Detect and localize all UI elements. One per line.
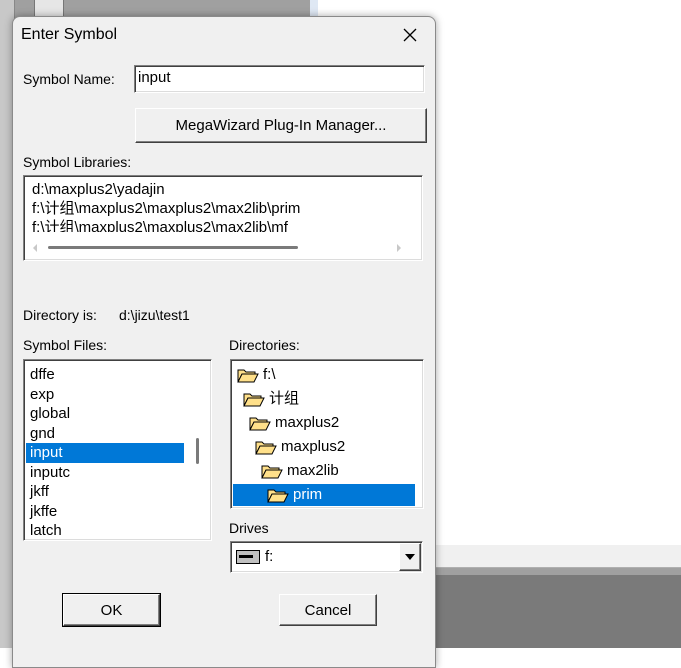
library-item[interactable]: f:\计组\maxplus2\maxplus2\max2lib\mf	[28, 218, 394, 232]
directory-item-label: max2lib	[287, 462, 339, 479]
symbol-file-item[interactable]: jkff	[26, 482, 184, 502]
drives-label: Drives	[229, 520, 269, 536]
symbol-file-item-selected[interactable]: input	[26, 443, 184, 463]
drive-value: f:	[265, 548, 274, 565]
library-item[interactable]: f:\计组\maxplus2\maxplus2\max2lib\prim	[28, 199, 394, 218]
directory-item-label: 计组	[269, 390, 300, 407]
open-folder-icon	[255, 441, 277, 455]
symbol-file-item[interactable]: inputc	[26, 463, 184, 483]
ok-button[interactable]: OK	[62, 593, 161, 627]
scroll-left-icon[interactable]	[30, 240, 40, 256]
symbol-name-label: Symbol Name:	[23, 71, 115, 87]
symbol-files-list[interactable]: dffe exp global gnd input inputc jkff jk…	[23, 359, 212, 541]
directory-item-selected[interactable]: prim	[233, 484, 415, 506]
symbol-file-item[interactable]: global	[26, 404, 184, 424]
symbol-libraries-label: Symbol Libraries:	[23, 154, 132, 170]
cancel-button[interactable]: Cancel	[279, 594, 377, 626]
megawizard-button[interactable]: MegaWizard Plug-In Manager...	[135, 108, 427, 143]
symbol-file-item[interactable]: jkffe	[26, 502, 184, 522]
chevron-down-icon	[405, 554, 415, 560]
symbol-files-label: Symbol Files:	[23, 337, 108, 353]
symbol-file-item[interactable]: gnd	[26, 424, 184, 444]
symbol-file-item[interactable]: exp	[26, 385, 184, 405]
open-folder-icon	[261, 465, 283, 479]
open-folder-icon	[249, 417, 271, 431]
symbol-file-item[interactable]: dffe	[26, 365, 184, 385]
directory-is-value: d:\jizu\test1	[119, 307, 190, 323]
directory-item[interactable]: f:\	[237, 364, 276, 386]
scroll-right-icon[interactable]	[394, 240, 404, 256]
directory-item-label: f:\	[263, 366, 276, 383]
directory-item[interactable]: maxplus2	[249, 412, 339, 434]
directory-item-label: prim	[293, 486, 323, 503]
symbol-libraries-list[interactable]: d:\maxplus2\yadajin f:\计组\maxplus2\maxpl…	[23, 175, 423, 261]
directory-item[interactable]: max2lib	[261, 460, 339, 482]
background-status-dark	[436, 575, 681, 648]
library-item[interactable]: d:\maxplus2\yadajin	[28, 180, 394, 199]
directory-item[interactable]: maxplus2	[255, 436, 345, 458]
directory-is-label: Directory is:	[23, 307, 97, 323]
libraries-horizontal-scrollbar[interactable]	[28, 240, 401, 256]
dialog-title: Enter Symbol	[21, 26, 118, 43]
directories-label: Directories:	[229, 337, 300, 353]
files-scroll-thumb[interactable]	[196, 438, 199, 464]
directory-item-label: maxplus2	[281, 438, 346, 455]
symbol-name-value: input	[138, 69, 171, 86]
symbol-files-items: dffe exp global gnd input inputc jkff jk…	[26, 365, 184, 537]
dialog-titlebar[interactable]: Enter Symbol	[13, 17, 435, 53]
symbol-name-input[interactable]: input	[134, 65, 425, 93]
close-icon	[403, 28, 417, 42]
directories-list[interactable]: f:\ 计组 maxplus2 maxplus2 max2lib prim	[230, 359, 424, 509]
open-folder-icon	[237, 369, 259, 383]
close-button[interactable]	[385, 17, 435, 53]
background-status-band	[436, 545, 681, 568]
drives-dropdown-button[interactable]	[399, 543, 421, 571]
libraries-items: d:\maxplus2\yadajin f:\计组\maxplus2\maxpl…	[28, 180, 394, 232]
drive-icon	[236, 550, 260, 564]
symbol-file-item[interactable]: latch	[26, 521, 184, 537]
drives-select[interactable]: f:	[230, 541, 423, 573]
scroll-thumb[interactable]	[48, 246, 298, 249]
open-folder-icon	[267, 489, 289, 503]
open-folder-icon	[243, 393, 265, 407]
enter-symbol-dialog: Enter Symbol Symbol Name: input MegaWiza…	[12, 16, 436, 668]
directory-item-label: maxplus2	[275, 414, 340, 431]
directory-item[interactable]: 计组	[243, 388, 299, 410]
